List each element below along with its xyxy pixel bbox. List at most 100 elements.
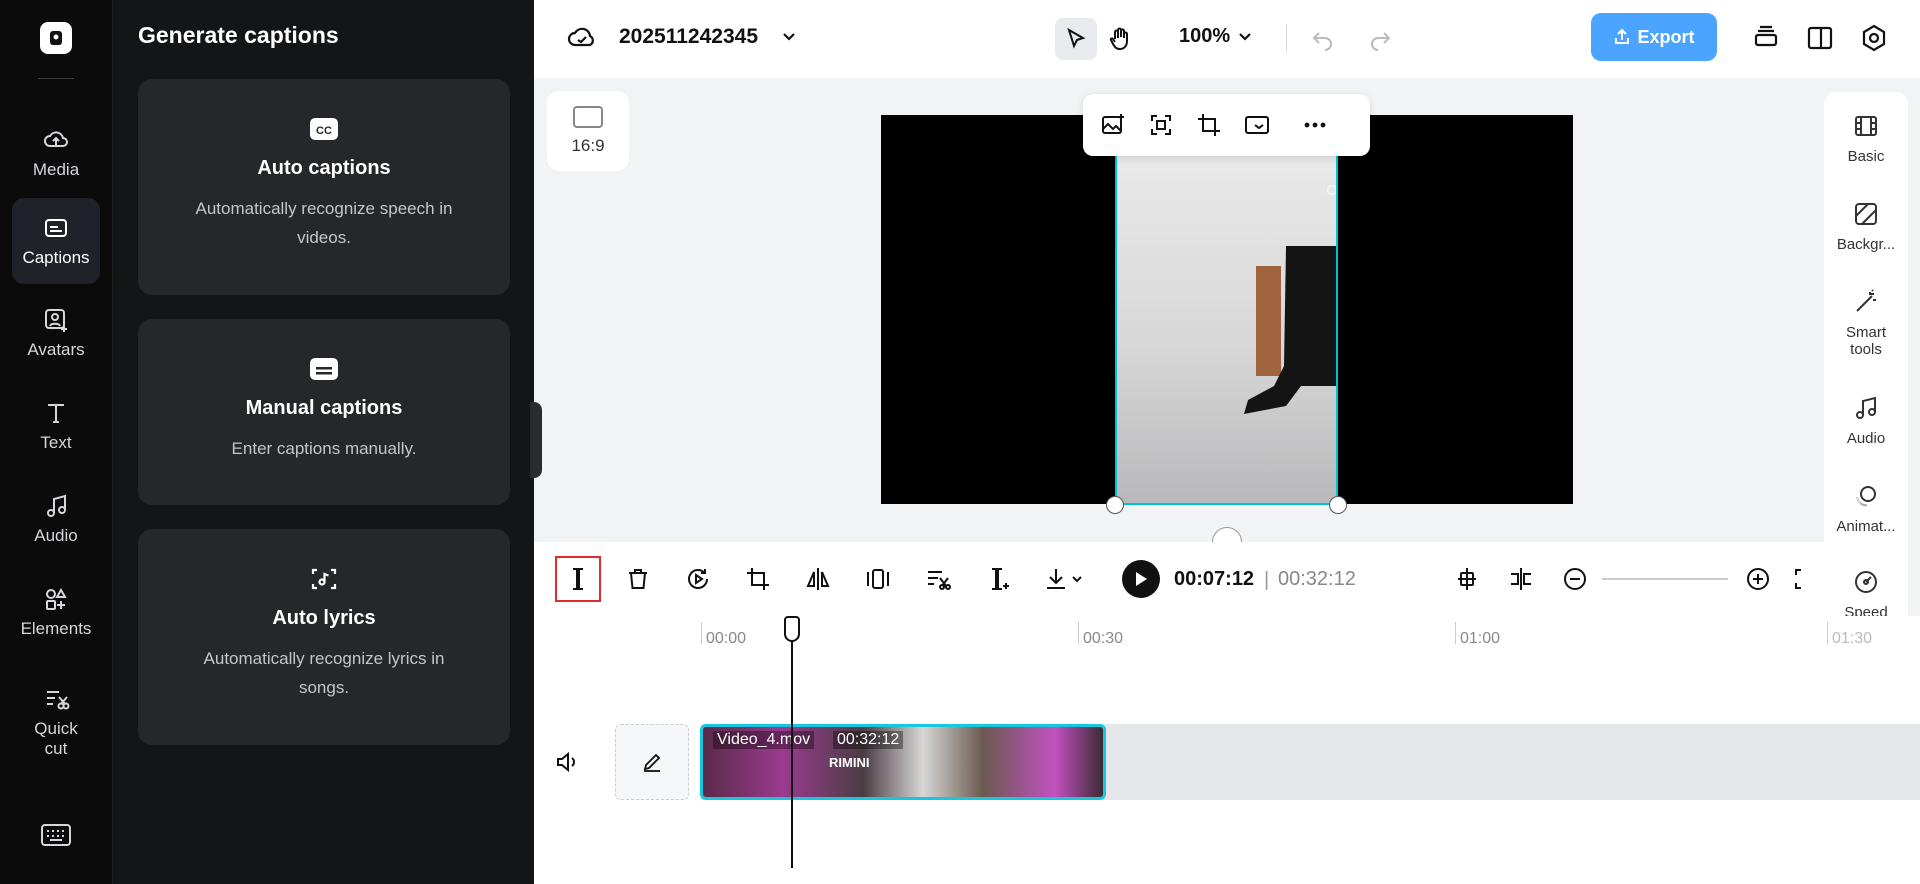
rr-label-basic: Basic xyxy=(1847,148,1885,165)
undo-icon[interactable] xyxy=(1310,25,1336,51)
lyrics-scan-icon xyxy=(311,568,337,590)
rr-label-animation: Animat... xyxy=(1836,518,1896,535)
clip-image xyxy=(1244,185,1336,414)
playhead[interactable] xyxy=(791,616,793,868)
panel-layout-icon[interactable] xyxy=(1805,23,1835,53)
timeline-zoom-slider[interactable] xyxy=(1602,578,1728,580)
svg-text:CC: CC xyxy=(316,125,332,137)
more-icon[interactable] xyxy=(1301,111,1329,139)
film-icon xyxy=(1855,116,1877,136)
auto-lyrics-desc: Automatically recognize lyrics in songs. xyxy=(203,649,445,697)
smart-split-button[interactable] xyxy=(975,556,1021,602)
rr-item-audio[interactable]: Audio xyxy=(1824,394,1908,447)
rr-item-speed[interactable]: Speed xyxy=(1824,568,1908,621)
fit-frame-icon[interactable] xyxy=(1147,111,1175,139)
logo-divider xyxy=(38,78,74,79)
timeline[interactable]: 00:00 00:30 01:00 01:30 Video_4.mov 00:3… xyxy=(534,616,1920,884)
rail-label-captions: Captions xyxy=(22,248,90,267)
split-icon xyxy=(573,568,583,590)
layers-icon[interactable] xyxy=(1751,23,1781,53)
cc-icon: CC xyxy=(310,118,338,140)
hand-tool-button[interactable] xyxy=(1099,18,1141,60)
auto-captions-desc: Automatically recognize speech in videos… xyxy=(195,199,453,247)
project-name[interactable]: 202511242345 xyxy=(619,25,758,49)
snap-button[interactable] xyxy=(1444,556,1490,602)
rail-item-audio[interactable]: Audio xyxy=(12,476,100,562)
delete-button[interactable] xyxy=(615,556,661,602)
playhead-handle[interactable] xyxy=(784,616,800,642)
download-icon xyxy=(1047,569,1065,589)
crop-button[interactable] xyxy=(735,556,781,602)
link-button[interactable] xyxy=(1498,556,1544,602)
tick-label: 00:30 xyxy=(1083,630,1124,647)
mirror-button[interactable] xyxy=(795,556,841,602)
clip-thumbnail-text: RIMINI xyxy=(829,755,870,770)
rail-item-avatars[interactable]: Avatars xyxy=(12,290,100,376)
replace-clip-icon[interactable] xyxy=(1243,111,1271,139)
top-bar: 202511242345 100% Export xyxy=(534,0,1920,78)
rail-item-text[interactable]: Text xyxy=(12,383,100,469)
cloud-sync-icon[interactable] xyxy=(567,24,597,50)
rr-item-basic[interactable]: Basic xyxy=(1824,112,1908,165)
rail-item-quick-cut[interactable]: Quick cut xyxy=(12,672,100,772)
settings-icon[interactable] xyxy=(1859,23,1889,53)
current-time: 00:07:12 xyxy=(1174,568,1255,590)
left-rail: Media Captions Avatars Text Audio Elemen… xyxy=(0,0,113,884)
rr-item-background[interactable]: Backgr... xyxy=(1824,200,1908,253)
rr-label-audio: Audio xyxy=(1846,430,1886,447)
track-volume-icon[interactable] xyxy=(554,750,580,774)
aspect-ratio-button[interactable]: 16:9 xyxy=(547,91,629,171)
manual-captions-card[interactable]: Manual captions Enter captions manually. xyxy=(138,319,510,505)
resize-handle-bl[interactable] xyxy=(1106,496,1124,514)
rail-item-elements[interactable]: Elements xyxy=(12,569,100,655)
snap-icon xyxy=(1458,568,1476,590)
cloud-upload-icon xyxy=(44,131,68,147)
captions-icon xyxy=(45,219,67,237)
download-button[interactable] xyxy=(1035,556,1091,602)
export-label: Export xyxy=(1637,26,1695,47)
resize-handle-br[interactable] xyxy=(1329,496,1347,514)
split-button[interactable] xyxy=(555,556,601,602)
select-tool-button[interactable] xyxy=(1055,18,1097,60)
toolbar-divider xyxy=(1286,24,1287,52)
zoom-chevron-icon[interactable] xyxy=(1237,30,1253,44)
fit-timeline-button[interactable] xyxy=(1788,556,1824,602)
app-logo[interactable] xyxy=(40,22,72,54)
zoom-in-icon xyxy=(1747,568,1769,590)
selected-clip-frame[interactable] xyxy=(1115,154,1338,505)
fit-timeline-icon xyxy=(1795,569,1801,589)
rr-item-animation[interactable]: Animat... xyxy=(1824,482,1908,535)
export-icon xyxy=(1615,28,1630,44)
elements-icon xyxy=(46,587,67,610)
redo-icon[interactable] xyxy=(1367,25,1393,51)
replay-button[interactable] xyxy=(675,556,721,602)
remove-silence-button[interactable] xyxy=(915,556,961,602)
rail-item-media[interactable]: Media xyxy=(12,110,100,196)
right-rail: Basic Backgr... Smart tools Audio Animat… xyxy=(1824,92,1908,640)
auto-captions-card[interactable]: CC Auto captions Automatically recognize… xyxy=(138,79,510,295)
panel-collapse-handle[interactable] xyxy=(530,402,542,478)
captions-panel: Generate captions CC Auto captions Autom… xyxy=(113,0,534,884)
time-separator: | xyxy=(1264,569,1270,591)
zoom-out-button[interactable] xyxy=(1552,556,1598,602)
rail-item-captions[interactable]: Captions xyxy=(12,198,100,284)
play-button[interactable] xyxy=(1122,560,1160,598)
zoom-in-button[interactable] xyxy=(1735,556,1781,602)
hand-icon xyxy=(1109,27,1128,51)
replace-image-icon[interactable] xyxy=(1099,111,1127,139)
rr-item-smart-tools[interactable]: Smart tools xyxy=(1824,288,1908,358)
rail-label-quick-cut: Quick cut xyxy=(34,719,78,758)
crop-icon[interactable] xyxy=(1195,111,1223,139)
cover-edit-slot[interactable] xyxy=(615,724,689,800)
zoom-level[interactable]: 100% xyxy=(1179,25,1230,48)
auto-lyrics-card[interactable]: Auto lyrics Automatically recognize lyri… xyxy=(138,529,510,745)
keyboard-icon[interactable] xyxy=(40,822,72,848)
speed-icon xyxy=(1855,571,1877,593)
freeze-button[interactable] xyxy=(855,556,901,602)
manual-captions-desc: Enter captions manually. xyxy=(231,439,417,458)
chevron-down-icon[interactable] xyxy=(781,30,797,44)
video-clip[interactable]: Video_4.mov 00:32:12 RIMINI xyxy=(700,724,1106,800)
rail-label-media: Media xyxy=(32,160,80,179)
aspect-ratio-label: 16:9 xyxy=(571,136,605,155)
export-button[interactable]: Export xyxy=(1591,13,1717,61)
